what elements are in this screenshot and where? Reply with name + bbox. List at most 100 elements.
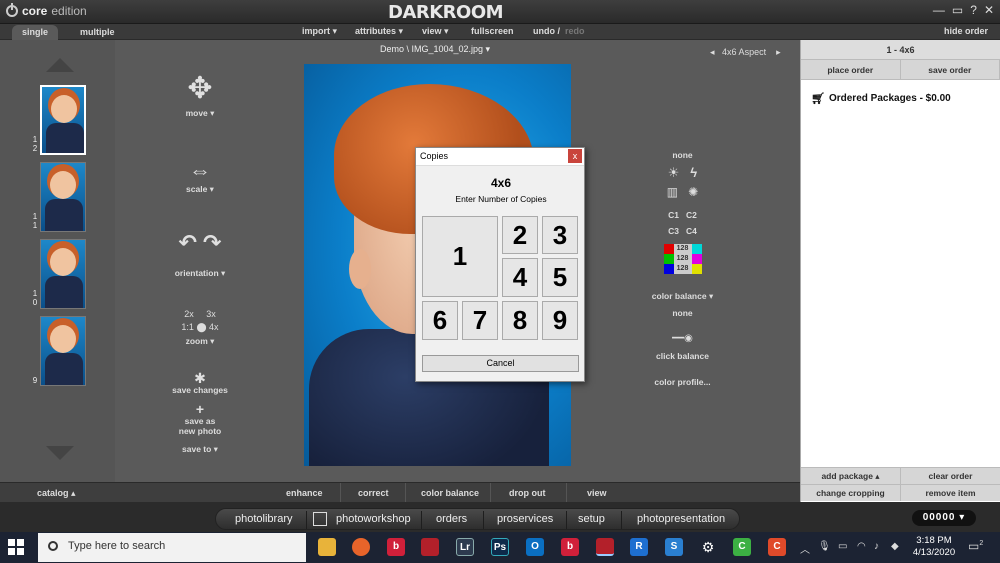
dialog-close-button[interactable]: x: [568, 149, 582, 163]
bulb-icon[interactable]: ✺: [688, 185, 698, 199]
move-tool[interactable]: ✥ move ▾: [150, 74, 250, 119]
blue-swatch[interactable]: [663, 264, 674, 274]
app-r-icon[interactable]: R: [630, 538, 648, 556]
taskbar-search-box[interactable]: Type here to search: [38, 533, 306, 562]
key-7[interactable]: 7: [462, 301, 498, 340]
cancel-button[interactable]: Cancel: [422, 355, 579, 372]
zoom-3x[interactable]: 3x: [206, 309, 216, 319]
save-order-button[interactable]: save order: [901, 60, 1000, 79]
wifi-icon[interactable]: ◠: [857, 541, 866, 552]
key-3[interactable]: 3: [542, 216, 578, 254]
key-8[interactable]: 8: [502, 301, 538, 340]
thumbnail[interactable]: [40, 85, 86, 155]
battery-icon[interactable]: ▭: [838, 541, 847, 552]
thumbnail[interactable]: [40, 316, 86, 386]
firefox-icon[interactable]: [352, 538, 370, 556]
dropbox-icon[interactable]: ◆: [891, 541, 899, 552]
notifications-icon[interactable]: ▭2: [968, 539, 983, 553]
aspect-prev-icon[interactable]: ◂: [710, 47, 715, 57]
tab-correct[interactable]: correct: [358, 488, 389, 498]
key-4[interactable]: 4: [502, 258, 538, 297]
ordered-packages[interactable]: 🛒︎ Ordered Packages - $0.00: [811, 92, 951, 105]
save-as-new-photo-button[interactable]: + save as new photo: [150, 402, 250, 436]
tab-view[interactable]: view: [587, 488, 607, 498]
hide-order-button[interactable]: hide order: [944, 26, 988, 36]
app-red-icon[interactable]: [421, 538, 439, 556]
brightness-icon[interactable]: ☀: [668, 165, 680, 180]
cyan-swatch[interactable]: [691, 244, 702, 254]
scroll-down-arrow-icon[interactable]: [46, 446, 74, 460]
volume-icon[interactable]: ♪: [874, 541, 879, 552]
save-changes-button[interactable]: ✱ save changes: [150, 371, 250, 395]
module-proservices[interactable]: proservices: [497, 513, 553, 525]
windows-start-icon[interactable]: [8, 539, 24, 555]
menu-undo[interactable]: undo /: [533, 26, 560, 36]
place-order-button[interactable]: place order: [801, 60, 901, 79]
catalog-tab[interactable]: catalog ▴: [37, 488, 76, 499]
counter-dropdown[interactable]: 00000 ▾: [912, 510, 976, 526]
green-swatch[interactable]: [663, 254, 674, 264]
thumbnail[interactable]: [40, 239, 86, 309]
module-photolibrary[interactable]: photolibrary: [235, 513, 292, 525]
color-profile-button[interactable]: color profile...: [640, 377, 725, 387]
module-photopresentation[interactable]: photopresentation: [637, 513, 725, 525]
aspect-next-icon[interactable]: ▸: [776, 47, 781, 57]
flash-icon[interactable]: ϟ: [690, 165, 697, 180]
tab-enhance[interactable]: enhance: [286, 488, 323, 498]
photoshop-icon[interactable]: Ps: [491, 538, 509, 556]
scroll-up-arrow-icon[interactable]: [46, 58, 74, 72]
key-5[interactable]: 5: [542, 258, 578, 297]
color-balance-dropdown[interactable]: color balance ▾: [640, 291, 725, 302]
click-balance-button[interactable]: click balance: [640, 351, 725, 361]
c4-button[interactable]: C4: [686, 226, 697, 236]
lightroom-icon[interactable]: Lr: [456, 538, 474, 556]
menu-fullscreen[interactable]: fullscreen: [471, 26, 514, 36]
c2-button[interactable]: C2: [686, 210, 697, 220]
close-icon[interactable]: ✕: [984, 3, 994, 17]
menu-attributes[interactable]: attributes ▾: [355, 26, 403, 37]
change-cropping-button[interactable]: change cropping: [801, 485, 901, 501]
contrast-icon[interactable]: ▥: [667, 185, 678, 199]
key-1[interactable]: 1: [422, 216, 498, 297]
key-2[interactable]: 2: [502, 216, 538, 254]
orientation-tool[interactable]: ↶ ↷ orientation ▾: [150, 218, 250, 279]
app-b2-icon[interactable]: b: [561, 538, 579, 556]
app-s-icon[interactable]: S: [665, 538, 683, 556]
contrast-light-icons[interactable]: ▥ ✺: [640, 185, 725, 199]
microphone-icon[interactable]: 🎙︎: [818, 541, 831, 552]
help-icon[interactable]: ?: [970, 3, 977, 17]
tab-drop-out[interactable]: drop out: [509, 488, 546, 498]
tab-color-balance[interactable]: color balance: [421, 488, 479, 498]
darkroom-taskbar-icon[interactable]: [596, 538, 614, 556]
key-9[interactable]: 9: [542, 301, 578, 340]
zoom-2x[interactable]: 2x: [184, 309, 194, 319]
brightness-flash-icons[interactable]: ☀ ϟ: [640, 165, 725, 181]
tab-multiple[interactable]: multiple: [70, 25, 125, 40]
minimize-icon[interactable]: —: [933, 3, 945, 17]
file-explorer-icon[interactable]: [318, 538, 336, 556]
file-path-label[interactable]: Demo \ IMG_1004_02.jpg ▾: [300, 44, 570, 55]
zoom-4x[interactable]: 4x: [209, 322, 219, 332]
remove-item-button[interactable]: remove item: [901, 485, 1000, 501]
save-to-button[interactable]: save to ▾: [150, 444, 250, 455]
c1-button[interactable]: C1: [668, 210, 679, 220]
yellow-swatch[interactable]: [691, 264, 702, 274]
tab-single[interactable]: single: [12, 25, 59, 40]
c3-button[interactable]: C3: [668, 226, 679, 236]
add-package-button[interactable]: add package ▴: [801, 468, 901, 484]
settings-gear-icon[interactable]: ⚙: [699, 538, 717, 556]
restore-icon[interactable]: ▭: [952, 3, 963, 17]
menu-import[interactable]: import ▾: [302, 26, 337, 37]
app-c-icon[interactable]: C: [768, 538, 786, 556]
module-photoworkshop[interactable]: photoworkshop: [336, 513, 411, 525]
thumbnail[interactable]: [40, 162, 86, 232]
red-swatch[interactable]: [663, 244, 674, 254]
camtasia-icon[interactable]: C: [733, 538, 751, 556]
eyedropper-icon[interactable]: ━━◉: [640, 333, 725, 344]
outlook-icon[interactable]: O: [526, 538, 544, 556]
zoom-1-1[interactable]: 1:1: [181, 322, 194, 332]
power-icon[interactable]: [6, 3, 18, 17]
module-setup[interactable]: setup: [578, 513, 605, 525]
tray-chevron-icon[interactable]: ︿: [800, 541, 810, 556]
taskbar-clock[interactable]: 3:18 PM 4/13/2020: [904, 535, 964, 559]
